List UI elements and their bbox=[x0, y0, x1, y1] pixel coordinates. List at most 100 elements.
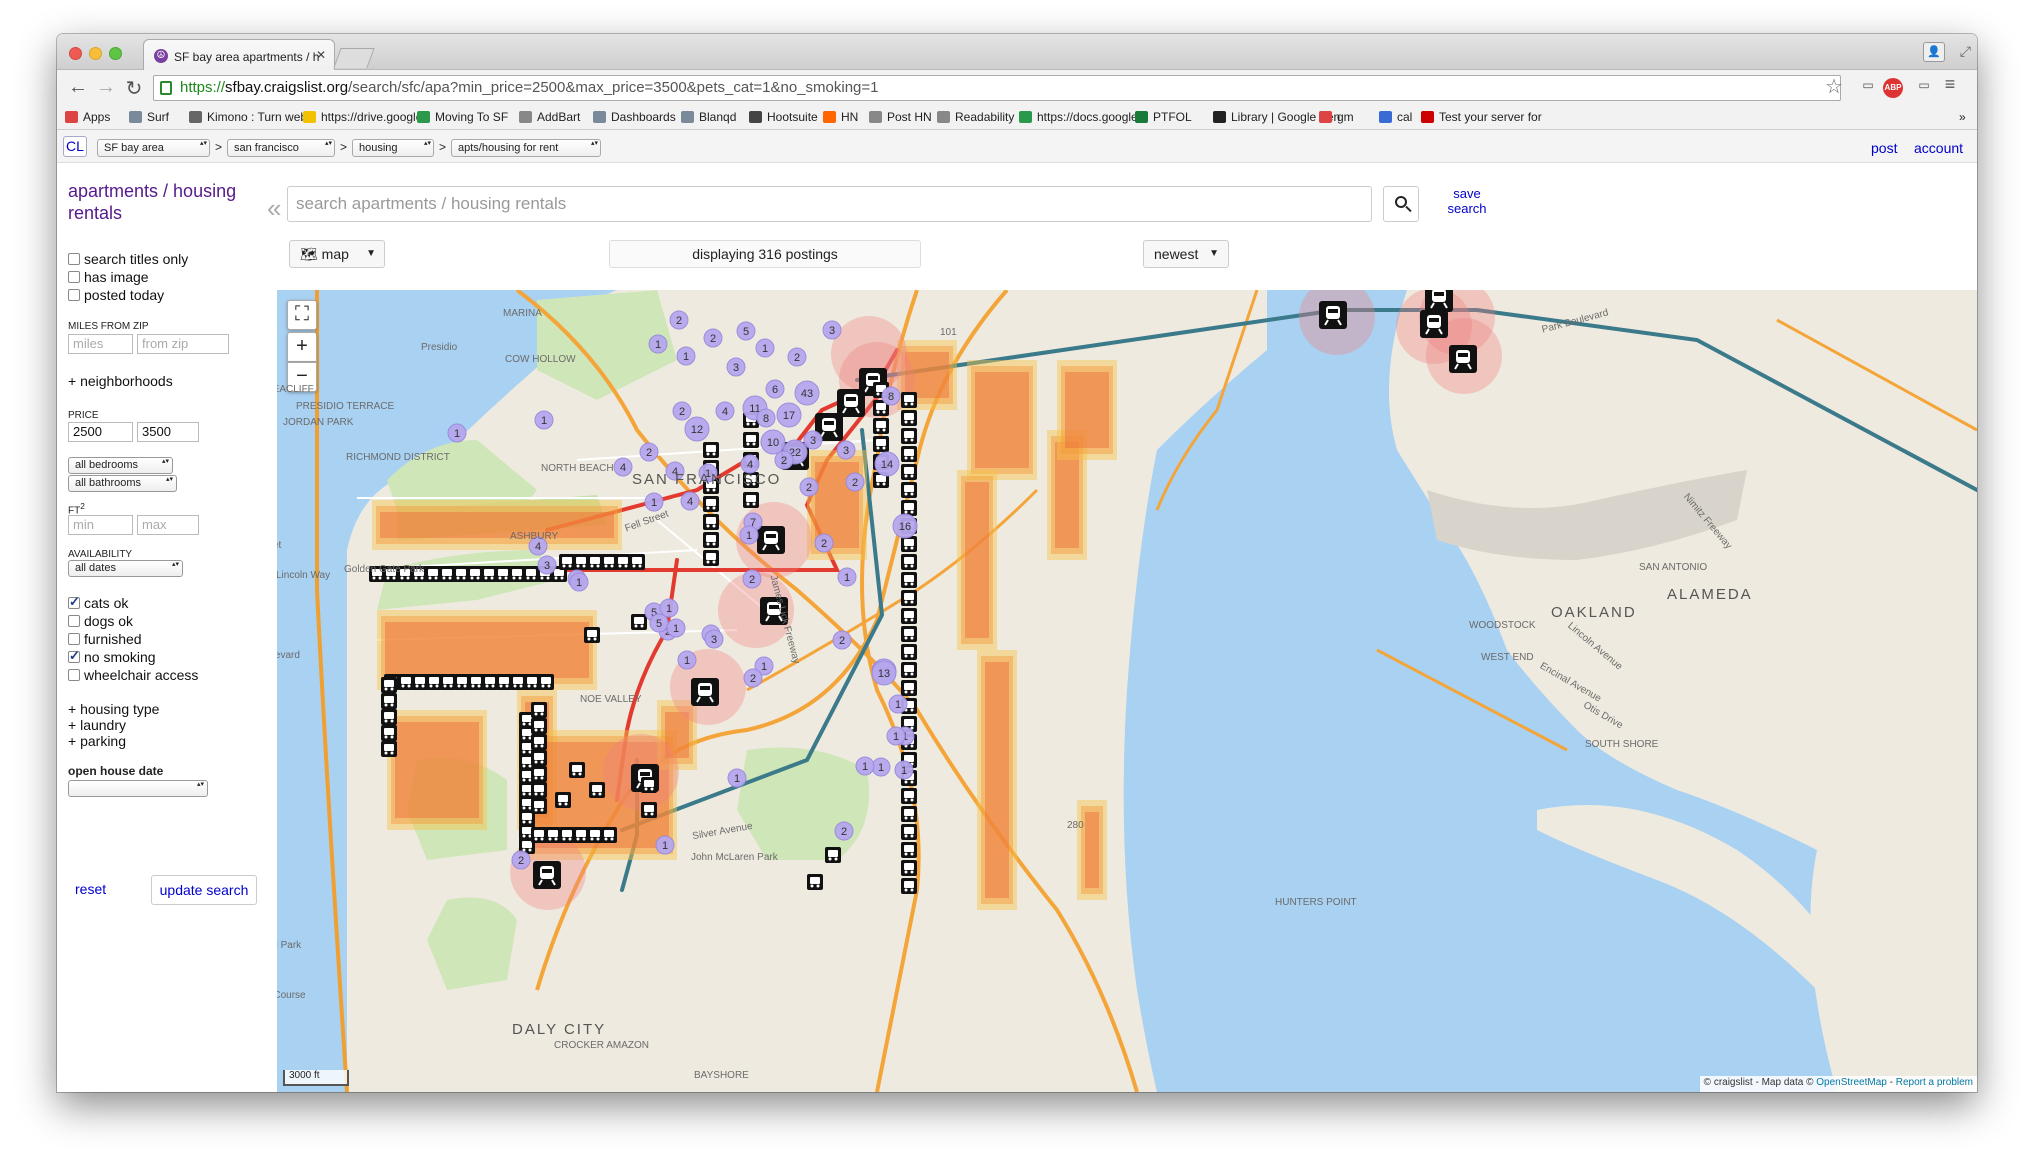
posting-cluster[interactable]: 5 bbox=[649, 613, 669, 633]
category-title[interactable]: apartments / housing rentals bbox=[68, 180, 258, 224]
reload-icon[interactable]: ↻ bbox=[121, 76, 147, 101]
posting-cluster[interactable]: 2 bbox=[703, 328, 723, 348]
no-smoking-checkbox[interactable]: no smoking bbox=[68, 648, 156, 665]
posting-cluster[interactable]: 3 bbox=[836, 440, 856, 460]
transit-stop-icon[interactable] bbox=[412, 674, 428, 690]
new-tab-button[interactable] bbox=[333, 48, 375, 68]
housing-type-toggle[interactable]: + housing type bbox=[68, 701, 159, 717]
transit-stop-icon[interactable] bbox=[901, 464, 917, 480]
transit-stop-icon[interactable] bbox=[573, 554, 589, 570]
report-problem-link[interactable]: Report a problem bbox=[1896, 1077, 1973, 1088]
posting-cluster[interactable]: 1 bbox=[755, 338, 775, 358]
transit-stop-icon[interactable] bbox=[398, 674, 414, 690]
bookmark-item[interactable]: Hootsuite bbox=[749, 110, 818, 124]
bookmark-item[interactable]: Moving To SF bbox=[417, 110, 508, 124]
close-tab-icon[interactable]: ✕ bbox=[316, 48, 326, 62]
bookmark-item[interactable]: Test your server for bbox=[1421, 110, 1542, 124]
posting-cluster[interactable]: 1 bbox=[888, 694, 908, 714]
profile-icon[interactable]: 👤 bbox=[1923, 42, 1945, 62]
bedrooms-select[interactable]: all bedrooms bbox=[68, 457, 173, 474]
miles-input[interactable]: miles bbox=[68, 334, 133, 354]
transit-stop-icon[interactable] bbox=[482, 674, 498, 690]
transit-stop-icon[interactable] bbox=[825, 847, 841, 863]
transit-stop-icon[interactable] bbox=[901, 860, 917, 876]
transit-stop-icon[interactable] bbox=[873, 418, 889, 434]
transit-stop-icon[interactable] bbox=[901, 500, 917, 516]
transit-stop-icon[interactable] bbox=[440, 674, 456, 690]
posting-cluster[interactable]: 1 bbox=[648, 334, 668, 354]
forward-arrow-icon[interactable]: → bbox=[93, 76, 119, 99]
max-sqft-input[interactable]: max bbox=[137, 515, 199, 535]
posting-cluster[interactable]: 6 bbox=[765, 379, 785, 399]
posting-cluster[interactable]: 8 bbox=[881, 386, 901, 406]
transit-stop-icon[interactable] bbox=[531, 750, 547, 766]
neighborhoods-toggle[interactable]: + neighborhoods bbox=[68, 373, 173, 389]
transit-stop-icon[interactable] bbox=[901, 806, 917, 822]
transit-stop-icon[interactable] bbox=[901, 878, 917, 894]
train-station-icon[interactable] bbox=[1449, 345, 1477, 373]
transit-stop-icon[interactable] bbox=[703, 532, 719, 548]
posting-cluster[interactable]: 2 bbox=[845, 472, 865, 492]
checkbox-checked-icon[interactable] bbox=[68, 594, 80, 610]
transit-stop-icon[interactable] bbox=[569, 762, 585, 778]
posting-cluster[interactable]: 1 bbox=[676, 346, 696, 366]
transit-stop-icon[interactable] bbox=[589, 782, 605, 798]
transit-stop-icon[interactable] bbox=[495, 566, 511, 582]
posting-cluster[interactable]: 1 bbox=[655, 835, 675, 855]
posting-cluster[interactable]: 1 bbox=[871, 757, 891, 777]
posting-cluster[interactable]: 5 bbox=[736, 321, 756, 341]
train-station-icon[interactable] bbox=[757, 526, 785, 554]
posting-cluster[interactable]: 2 bbox=[834, 821, 854, 841]
posting-cluster[interactable]: 2 bbox=[814, 533, 834, 553]
search-input[interactable]: search apartments / housing rentals bbox=[287, 186, 1372, 222]
bookmark-item[interactable]: Dashboards bbox=[593, 110, 676, 124]
transit-stop-icon[interactable] bbox=[381, 741, 397, 757]
posted-today-checkbox[interactable]: posted today bbox=[68, 287, 164, 303]
zoom-in-button[interactable]: + bbox=[287, 332, 317, 362]
transit-stop-icon[interactable] bbox=[901, 392, 917, 408]
sort-select[interactable]: newest ▼ bbox=[1143, 240, 1229, 268]
transit-stop-icon[interactable] bbox=[531, 734, 547, 750]
bookmark-item[interactable]: Blanqd bbox=[681, 110, 736, 124]
transit-stop-icon[interactable] bbox=[531, 766, 547, 782]
posting-cluster[interactable]: 43 bbox=[794, 380, 820, 406]
availability-select[interactable]: all dates bbox=[68, 560, 183, 577]
transit-stop-icon[interactable] bbox=[531, 798, 547, 814]
bookmark-item[interactable]: https://drive.google bbox=[303, 110, 422, 124]
transit-stop-icon[interactable] bbox=[901, 824, 917, 840]
bookmark-item[interactable]: cal bbox=[1379, 110, 1412, 124]
posting-cluster[interactable]: 2 bbox=[672, 401, 692, 421]
fullscreen-map-button[interactable]: ⛶ bbox=[287, 300, 317, 330]
transit-stop-icon[interactable] bbox=[587, 554, 603, 570]
transit-stop-icon[interactable] bbox=[631, 614, 647, 630]
posting-cluster[interactable]: 17 bbox=[776, 402, 802, 428]
transit-stop-icon[interactable] bbox=[545, 827, 561, 843]
transit-stop-icon[interactable] bbox=[901, 572, 917, 588]
posting-cluster[interactable]: 12 bbox=[684, 416, 710, 442]
posting-cluster[interactable]: 2 bbox=[511, 850, 531, 870]
transit-stop-icon[interactable] bbox=[510, 674, 526, 690]
more-bookmarks-icon[interactable]: » bbox=[1959, 110, 1966, 124]
transit-stop-icon[interactable] bbox=[381, 709, 397, 725]
bookmark-item[interactable]: Surf bbox=[129, 110, 169, 124]
transit-stop-icon[interactable] bbox=[601, 827, 617, 843]
train-station-icon[interactable] bbox=[691, 678, 719, 706]
transit-stop-icon[interactable] bbox=[901, 626, 917, 642]
posting-cluster[interactable]: 1 bbox=[677, 650, 697, 670]
train-station-icon[interactable] bbox=[1425, 290, 1453, 312]
transit-stop-icon[interactable] bbox=[629, 554, 645, 570]
zoom-window-icon[interactable] bbox=[109, 47, 122, 60]
post-link[interactable]: post bbox=[1871, 140, 1897, 156]
minimize-window-icon[interactable] bbox=[89, 47, 102, 60]
transit-stop-icon[interactable] bbox=[467, 566, 483, 582]
bookmark-item[interactable]: HN bbox=[823, 110, 858, 124]
parking-toggle[interactable]: + parking bbox=[68, 733, 126, 749]
posting-cluster[interactable]: 3 bbox=[537, 555, 557, 575]
bookmark-item[interactable]: Kimono : Turn webs bbox=[189, 110, 313, 124]
posting-cluster[interactable]: 2 bbox=[787, 347, 807, 367]
posting-cluster[interactable]: 2 bbox=[743, 668, 763, 688]
posting-cluster[interactable]: 1 bbox=[644, 492, 664, 512]
posting-cluster[interactable]: 1 bbox=[886, 726, 906, 746]
bathrooms-select[interactable]: all bathrooms bbox=[68, 475, 177, 492]
fullscreen-icon[interactable]: ⤢ bbox=[1960, 43, 1971, 60]
